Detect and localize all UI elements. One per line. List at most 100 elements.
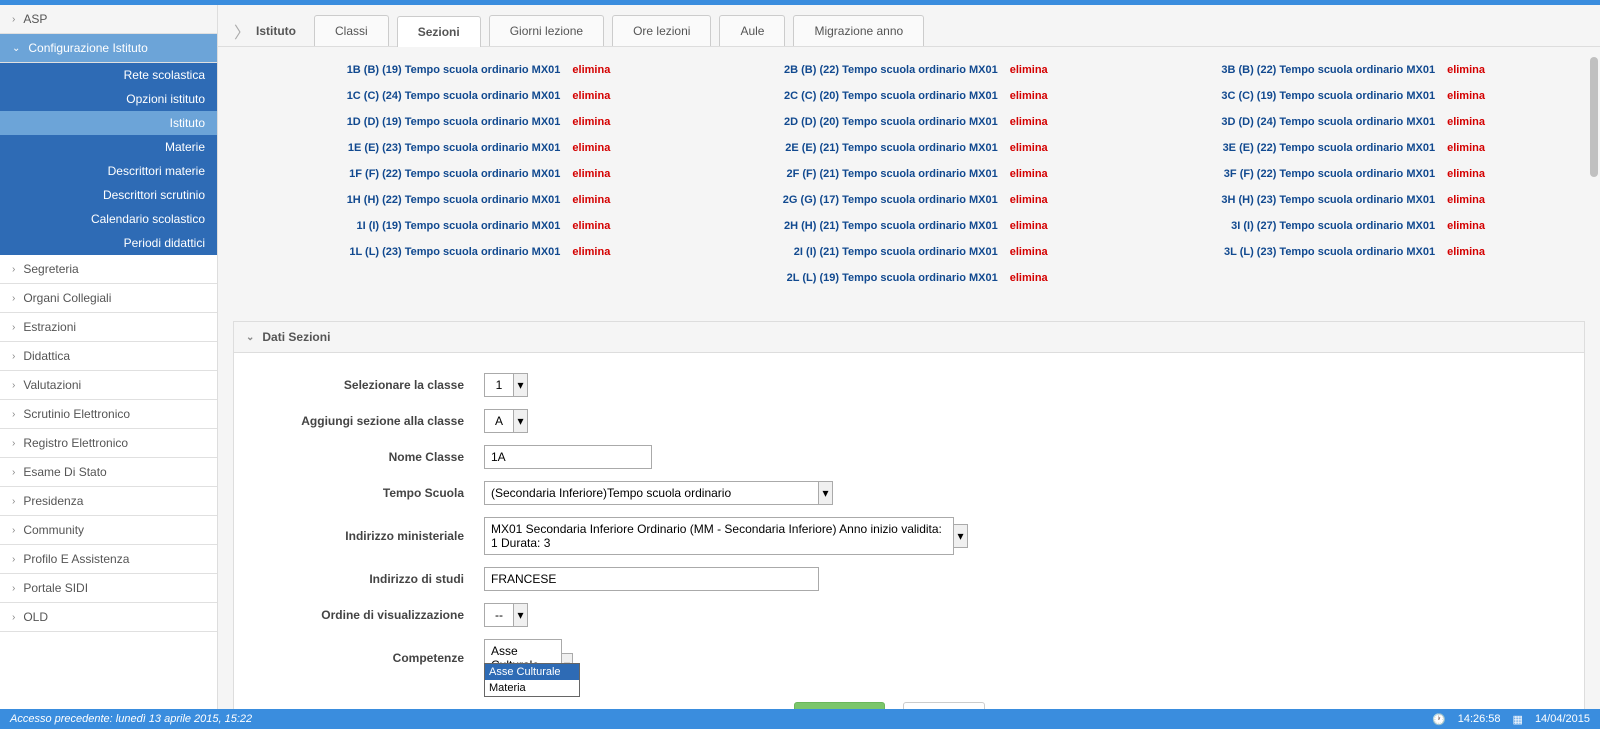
tab-sezioni[interactable]: Sezioni (397, 16, 481, 47)
sidebar-group-valutazioni[interactable]: › Valutazioni (0, 371, 217, 400)
indirizzo-studi-input[interactable] (484, 567, 819, 591)
delete-link[interactable]: elimina (1010, 116, 1048, 128)
delete-link[interactable]: elimina (572, 142, 610, 154)
ordine-value[interactable]: -- (484, 603, 514, 627)
panel-header[interactable]: ⌄ Dati Sezioni (234, 322, 1584, 353)
delete-link[interactable]: elimina (1010, 168, 1048, 180)
section-link[interactable]: 3E (E) (22) Tempo scuola ordinario MX01 (1223, 142, 1436, 154)
delete-link[interactable]: elimina (1010, 220, 1048, 232)
sidebar-item-periodi[interactable]: Periodi didattici (0, 231, 217, 255)
scrollbar-thumb[interactable] (1590, 57, 1598, 177)
section-link[interactable]: 2G (G) (17) Tempo scuola ordinario MX01 (783, 194, 998, 206)
section-link[interactable]: 1H (H) (22) Tempo scuola ordinario MX01 (347, 194, 561, 206)
section-link[interactable]: 3I (I) (27) Tempo scuola ordinario MX01 (1231, 220, 1435, 232)
save-button[interactable]: ✓ SALVA (794, 702, 885, 709)
sidebar-group-old[interactable]: › OLD (0, 603, 217, 632)
sidebar-item-istituto[interactable]: Istituto (0, 111, 217, 135)
sidebar-group-community[interactable]: › Community (0, 516, 217, 545)
section-link[interactable]: 1L (L) (23) Tempo scuola ordinario MX01 (349, 246, 560, 258)
competenze-option-asse[interactable]: Asse Culturale (485, 664, 579, 680)
scrollbar[interactable] (1588, 47, 1598, 709)
delete-link[interactable]: elimina (1447, 246, 1485, 258)
ordine-dropdown[interactable]: ▾ (514, 603, 528, 627)
sidebar-group-asp[interactable]: › ASP (0, 5, 217, 34)
delete-link[interactable]: elimina (1010, 194, 1048, 206)
delete-link[interactable]: elimina (1447, 194, 1485, 206)
delete-link[interactable]: elimina (1447, 64, 1485, 76)
delete-link[interactable]: elimina (572, 116, 610, 128)
delete-link[interactable]: elimina (1010, 272, 1048, 284)
section-link[interactable]: 3H (H) (23) Tempo scuola ordinario MX01 (1221, 194, 1435, 206)
tempo-value[interactable]: (Secondaria Inferiore)Tempo scuola ordin… (484, 481, 819, 505)
class-select-dropdown[interactable]: ▾ (514, 373, 528, 397)
delete-link[interactable]: elimina (1447, 168, 1485, 180)
tab-ore[interactable]: Ore lezioni (612, 15, 711, 46)
indirizzo-min-value[interactable]: MX01 Secondaria Inferiore Ordinario (MM … (484, 517, 954, 555)
delete-link[interactable]: elimina (1447, 90, 1485, 102)
competenze-select[interactable]: Asse Culturale▾ Asse Culturale Materia (484, 639, 573, 677)
section-link[interactable]: 2H (H) (21) Tempo scuola ordinario MX01 (784, 220, 998, 232)
sidebar-group-didattica[interactable]: › Didattica (0, 342, 217, 371)
section-link[interactable]: 3D (D) (24) Tempo scuola ordinario MX01 (1221, 116, 1435, 128)
sidebar-group-segreteria[interactable]: › Segreteria (0, 255, 217, 284)
label-tempo: Tempo Scuola (254, 486, 484, 500)
sidebar-group-sidi[interactable]: › Portale SIDI (0, 574, 217, 603)
sidebar-group-registro[interactable]: › Registro Elettronico (0, 429, 217, 458)
sidebar-item-rete[interactable]: Rete scolastica (0, 63, 217, 87)
sidebar-group-estrazioni[interactable]: › Estrazioni (0, 313, 217, 342)
sidebar-group-organi[interactable]: › Organi Collegiali (0, 284, 217, 313)
section-link[interactable]: 2D (D) (20) Tempo scuola ordinario MX01 (784, 116, 998, 128)
delete-link[interactable]: elimina (1010, 246, 1048, 258)
sidebar-item-descrittori-scrutinio[interactable]: Descrittori scrutinio (0, 183, 217, 207)
section-link[interactable]: 2F (F) (21) Tempo scuola ordinario MX01 (786, 168, 997, 180)
section-link[interactable]: 3C (C) (19) Tempo scuola ordinario MX01 (1221, 90, 1435, 102)
delete-link[interactable]: elimina (572, 64, 610, 76)
section-link[interactable]: 1C (C) (24) Tempo scuola ordinario MX01 (347, 90, 561, 102)
section-link[interactable]: 2B (B) (22) Tempo scuola ordinario MX01 (784, 64, 998, 76)
delete-link[interactable]: elimina (572, 168, 610, 180)
section-link[interactable]: 3B (B) (22) Tempo scuola ordinario MX01 (1221, 64, 1435, 76)
sidebar-item-calendario[interactable]: Calendario scolastico (0, 207, 217, 231)
section-link[interactable]: 1F (F) (22) Tempo scuola ordinario MX01 (349, 168, 560, 180)
new-button[interactable]: NUOVO (903, 702, 985, 709)
section-link[interactable]: 2E (E) (21) Tempo scuola ordinario MX01 (785, 142, 998, 154)
sidebar-group-esame[interactable]: › Esame Di Stato (0, 458, 217, 487)
section-link[interactable]: 1B (B) (19) Tempo scuola ordinario MX01 (347, 64, 561, 76)
section-link[interactable]: 1I (I) (19) Tempo scuola ordinario MX01 (356, 220, 560, 232)
tempo-dropdown[interactable]: ▾ (819, 481, 833, 505)
sidebar-group-scrutinio[interactable]: › Scrutinio Elettronico (0, 400, 217, 429)
sidebar-group-configurazione[interactable]: ⌄ Configurazione Istituto (0, 34, 217, 63)
class-name-input[interactable] (484, 445, 652, 469)
delete-link[interactable]: elimina (1010, 90, 1048, 102)
delete-link[interactable]: elimina (1447, 220, 1485, 232)
delete-link[interactable]: elimina (572, 90, 610, 102)
tab-giorni[interactable]: Giorni lezione (489, 15, 604, 46)
section-link[interactable]: 3F (F) (22) Tempo scuola ordinario MX01 (1224, 168, 1435, 180)
delete-link[interactable]: elimina (1447, 142, 1485, 154)
sidebar-item-opzioni[interactable]: Opzioni istituto (0, 87, 217, 111)
section-link[interactable]: 2C (C) (20) Tempo scuola ordinario MX01 (784, 90, 998, 102)
sidebar-group-presidenza[interactable]: › Presidenza (0, 487, 217, 516)
delete-link[interactable]: elimina (572, 194, 610, 206)
section-link[interactable]: 3L (L) (23) Tempo scuola ordinario MX01 (1224, 246, 1435, 258)
delete-link[interactable]: elimina (1447, 116, 1485, 128)
section-link[interactable]: 1E (E) (23) Tempo scuola ordinario MX01 (348, 142, 561, 154)
delete-link[interactable]: elimina (572, 220, 610, 232)
sidebar-item-materie[interactable]: Materie (0, 135, 217, 159)
delete-link[interactable]: elimina (1010, 64, 1048, 76)
class-select-value[interactable]: 1 (484, 373, 514, 397)
competenze-option-materia[interactable]: Materia (485, 680, 579, 696)
indirizzo-min-dropdown[interactable]: ▾ (954, 524, 968, 548)
delete-link[interactable]: elimina (572, 246, 610, 258)
tab-classi[interactable]: Classi (314, 15, 389, 46)
section-link[interactable]: 2I (I) (21) Tempo scuola ordinario MX01 (794, 246, 998, 258)
section-link[interactable]: 2L (L) (19) Tempo scuola ordinario MX01 (787, 272, 998, 284)
add-section-value[interactable]: A (484, 409, 514, 433)
delete-link[interactable]: elimina (1010, 142, 1048, 154)
sidebar-group-profilo[interactable]: › Profilo E Assistenza (0, 545, 217, 574)
add-section-dropdown[interactable]: ▾ (514, 409, 528, 433)
section-link[interactable]: 1D (D) (19) Tempo scuola ordinario MX01 (347, 116, 561, 128)
tab-aule[interactable]: Aule (719, 15, 785, 46)
sidebar-item-descrittori-materie[interactable]: Descrittori materie (0, 159, 217, 183)
tab-migrazione[interactable]: Migrazione anno (793, 15, 924, 46)
